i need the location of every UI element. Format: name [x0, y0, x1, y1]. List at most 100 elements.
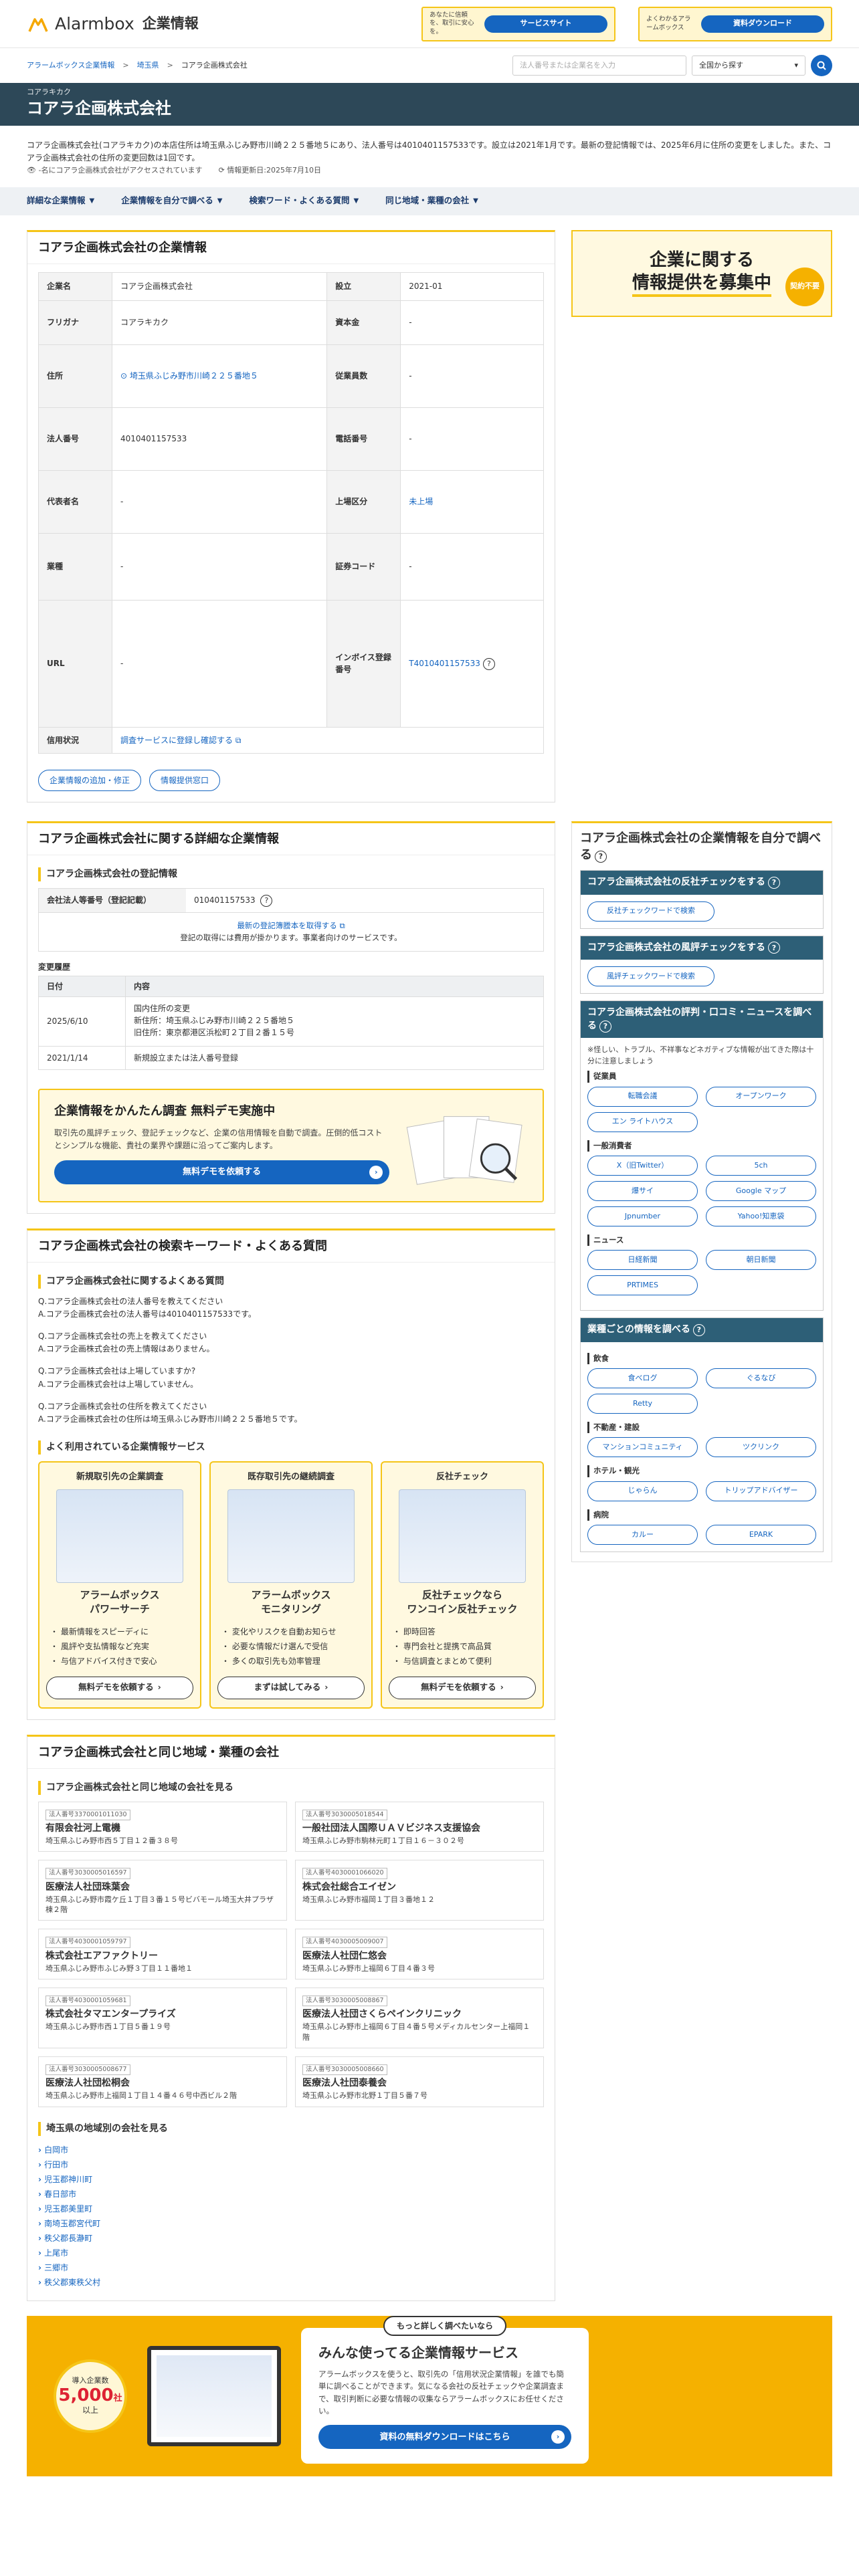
list-item[interactable]: 上尾市 — [38, 2246, 544, 2260]
company-address: 埼玉県ふじみ野市西１丁目５番１９号 — [45, 2022, 171, 2032]
listing-link[interactable]: 未上場 — [409, 497, 433, 506]
download-materials-button[interactable]: 資料の無料ダウンロードはこちら › — [318, 2425, 571, 2450]
invoice-link[interactable]: T4010401157533 — [409, 659, 480, 668]
value-name: コアラ企画株式会社 — [111, 272, 328, 301]
service-button[interactable]: 無料デモを依頼する › — [46, 1676, 193, 1699]
company-item[interactable]: 法人番号3030005018544 一般社団法人国際ＵＡＶビジネス支援協会 埼玉県ふ… — [295, 1801, 544, 1852]
list-item[interactable]: 行田市 — [38, 2157, 544, 2172]
help-icon[interactable]: ? — [692, 1323, 705, 1336]
list-item[interactable]: 児玉郡神川町 — [38, 2172, 544, 2187]
site-link-button[interactable]: Google マップ — [706, 1180, 816, 1201]
list-item[interactable]: 秩父郡長瀞町 — [38, 2231, 544, 2246]
site-link-button[interactable]: 転職会議 — [587, 1086, 698, 1107]
corporate-number: 法人番号3030005008677 — [45, 2064, 130, 2076]
breadcrumb-home[interactable]: アラームボックス企業情報 — [27, 60, 114, 72]
area-link[interactable]: 児玉郡神川町 — [44, 2175, 92, 2184]
section-tabs: 詳細な企業情報 ▼ 企業情報を自分で調べる ▼ 検索ワード・よくある質問 ▼ 同じ地域… — [0, 187, 859, 215]
site-link-button[interactable]: トリップアドバイザー — [706, 1481, 816, 1501]
search-input[interactable]: 法人番号または企業名を入力 — [512, 56, 686, 76]
scope-select[interactable]: 全国から探す ▾ — [692, 56, 805, 76]
help-icon[interactable]: ? — [599, 1020, 611, 1033]
logo[interactable]: Alarmbox 企業情報 — [27, 11, 199, 37]
label-representative: 代表者名 — [38, 469, 112, 534]
service-button[interactable]: 無料デモを依頼する › — [389, 1676, 536, 1699]
area-link[interactable]: 秩父郡東秩父村 — [44, 2278, 100, 2287]
document-download-button[interactable]: 資料ダウンロード — [701, 15, 824, 33]
breadcrumb-prefecture[interactable]: 埼玉県 — [137, 60, 159, 72]
service-site-button[interactable]: サービスサイト — [484, 15, 607, 33]
history-date: 2025/6/10 — [38, 996, 126, 1047]
credit-check-link[interactable]: 調査サービスに登録し確認する — [120, 736, 233, 745]
contact-window-button[interactable]: 情報提供窓口 — [149, 769, 221, 791]
value-address[interactable]: ⊙ 埼玉県ふじみ野市川崎２２５番地５ — [111, 344, 328, 408]
tab-faq[interactable]: 検索ワード・よくある質問 ▼ — [249, 195, 359, 207]
area-link[interactable]: 秩父郡長瀞町 — [44, 2234, 92, 2243]
site-link-button[interactable]: エン ライトハウス — [587, 1111, 698, 1132]
site-link-button[interactable]: マンションコミュニティ — [587, 1437, 698, 1458]
site-link-button[interactable]: X（旧Twitter） — [587, 1155, 698, 1176]
site-link-button[interactable]: Retty — [587, 1394, 698, 1414]
company-item[interactable]: 法人番号4030005009007 医療法人社団仁悠会 埼玉県ふじみ野市上福岡６丁目… — [295, 1929, 544, 1979]
help-icon[interactable]: ? — [768, 942, 780, 954]
request-demo-button[interactable]: 無料デモを依頼する › — [54, 1160, 390, 1185]
list-item[interactable]: 秩父郡東秩父村 — [38, 2275, 544, 2290]
tab-details[interactable]: 詳細な企業情報 ▼ — [27, 195, 94, 207]
area-link[interactable]: 行田市 — [44, 2160, 68, 2169]
company-item[interactable]: 法人番号3370001011030 有限会社河上電機 埼玉県ふじみ野市西５丁目１２番… — [38, 1801, 287, 1852]
site-link-button[interactable]: 爆サイ — [587, 1180, 698, 1201]
faq-question: Q.コアラ企画株式会社の住所を教えてください — [38, 1401, 207, 1411]
view-count: 👁 -名にコアラ企画株式会社がアクセスされています — [27, 165, 203, 177]
updated-date-text: 情報更新日:2025年7月10日 — [227, 166, 321, 175]
area-link[interactable]: 南埼玉郡宮代町 — [44, 2219, 100, 2228]
list-item[interactable]: 三郷市 — [38, 2260, 544, 2275]
help-icon[interactable]: ? — [482, 657, 495, 670]
external-link-icon: ⧉ — [339, 920, 345, 930]
service-site-banner[interactable]: あなたに信頼を、取引に安心を。 サービスサイト — [421, 6, 615, 41]
area-link[interactable]: 児玉郡美里町 — [44, 2204, 92, 2214]
site-link-button[interactable]: PRTIMES — [587, 1275, 698, 1296]
site-link-button[interactable]: 5ch — [706, 1155, 816, 1176]
area-link[interactable]: 白岡市 — [44, 2145, 68, 2155]
area-link[interactable]: 春日部市 — [44, 2189, 76, 2199]
help-icon[interactable]: ? — [768, 876, 780, 889]
site-link-button[interactable]: 日経新聞 — [587, 1250, 698, 1271]
site-link-button[interactable]: カルー — [587, 1524, 698, 1545]
list-item[interactable]: 春日部市 — [38, 2187, 544, 2202]
company-item[interactable]: 法人番号3030005008867 医療法人社団さくらペインクリニック 埼玉県ふじみ… — [295, 1988, 544, 2049]
site-link-button[interactable]: 食べログ — [587, 1368, 698, 1388]
site-link-button[interactable]: ツクリンク — [706, 1437, 816, 1458]
site-link-button[interactable]: 朝日新聞 — [706, 1250, 816, 1271]
site-link-button[interactable]: Jpnumber — [587, 1206, 698, 1226]
company-item[interactable]: 法人番号3030005008677 医療法人社団松桐会 埼玉県ふじみ野市上福岡１丁目… — [38, 2056, 287, 2107]
site-link-button[interactable]: ぐるなび — [706, 1368, 816, 1388]
download-banner[interactable]: よくわかるアラームボックス 資料ダウンロード — [638, 6, 832, 41]
search-button[interactable] — [811, 55, 832, 76]
tab-same-area[interactable]: 同じ地域・業種の会社 ▼ — [385, 195, 478, 207]
antisocial-search-button[interactable]: 反社チェックワードで検索 — [587, 901, 714, 922]
site-link-button[interactable]: Yahoo!知恵袋 — [706, 1206, 816, 1226]
company-item[interactable]: 法人番号3030005016597 医療法人社団珠葉会 埼玉県ふじみ野市霞ケ丘１丁目… — [38, 1860, 287, 1921]
list-item[interactable]: 南埼玉郡宮代町 — [38, 2216, 544, 2231]
service-button[interactable]: まずは試してみる › — [217, 1676, 365, 1699]
edit-info-button[interactable]: 企業情報の追加・修正 — [38, 769, 142, 791]
card-title: コアラ企画株式会社に関する詳細な企業情報 — [27, 823, 555, 855]
area-link[interactable]: 三郷市 — [44, 2263, 68, 2272]
list-item[interactable]: 白岡市 — [38, 2143, 544, 2157]
site-link-button[interactable]: オープンワーク — [706, 1086, 816, 1107]
service-card: 既存取引先の継続調査 アラームボックス モニタリング 変化やリスクを自動お知らせ… — [209, 1461, 373, 1709]
get-registry-link[interactable]: 最新の登記簿謄本を取得する — [237, 921, 337, 930]
company-item[interactable]: 法人番号4030001059681 株式会社タマエンタープライズ 埼玉県ふじみ野市西… — [38, 1988, 287, 2049]
site-link-button[interactable]: じゃらん — [587, 1481, 698, 1501]
help-icon[interactable]: ? — [260, 894, 273, 907]
list-item[interactable]: 児玉郡美里町 — [38, 2202, 544, 2216]
help-icon[interactable]: ? — [595, 850, 607, 863]
site-link-button[interactable]: EPARK — [706, 1524, 816, 1545]
company-item[interactable]: 法人番号4030001066020 株式会社総合エイゼン 埼玉県ふじみ野市福岡１丁目… — [295, 1860, 544, 1921]
area-link[interactable]: 上尾市 — [44, 2248, 68, 2258]
company-item[interactable]: 法人番号4030001059797 株式会社エアファクトリー 埼玉県ふじみ野市ふじみ… — [38, 1929, 287, 1979]
reputation-search-button[interactable]: 風評チェックワードで検索 — [587, 966, 714, 987]
tab-self-research[interactable]: 企業情報を自分で調べる ▼ — [121, 195, 222, 207]
info-request-ad[interactable]: 企業に関する 情報提供を募集中 契約不要 — [571, 229, 832, 317]
company-item[interactable]: 法人番号3030005008660 医療法人社団泰養会 埼玉県ふじみ野市北野１丁目５… — [295, 2056, 544, 2107]
address-link[interactable]: 埼玉県ふじみ野市川崎２２５番地５ — [130, 371, 258, 381]
